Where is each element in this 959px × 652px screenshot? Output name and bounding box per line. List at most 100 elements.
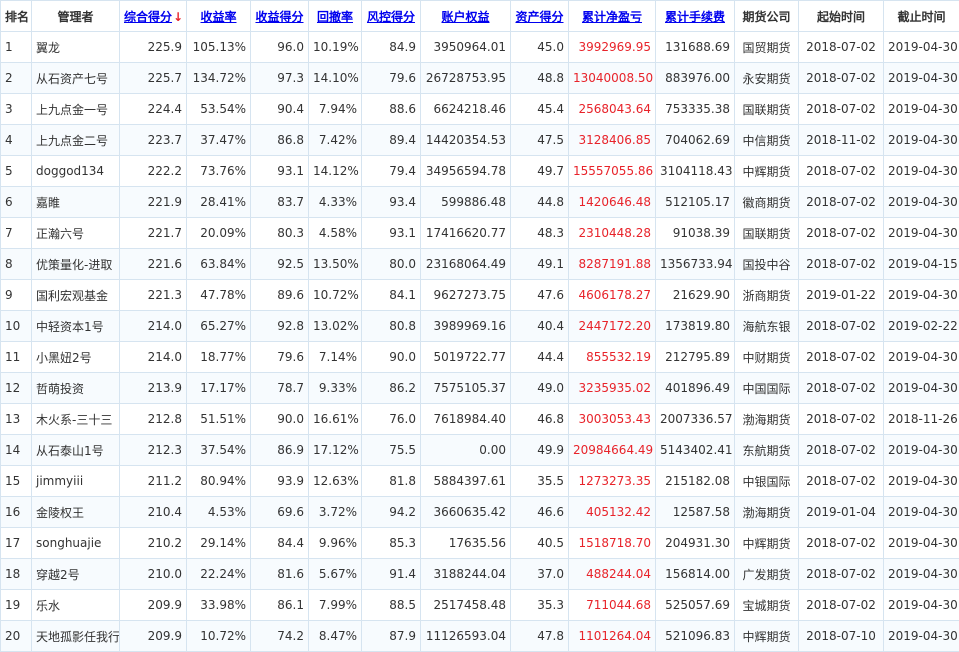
cell-manager: 穿越2号 xyxy=(31,558,120,590)
cell-manager: 从石泰山1号 xyxy=(31,434,120,466)
cell-broker: 国贸期货 xyxy=(734,31,799,63)
cell-drawdown: 7.99% xyxy=(308,589,362,621)
cell-rank: 20 xyxy=(0,620,32,652)
cell-net-pnl: 20984664.49 xyxy=(568,434,656,466)
cell-risk-score: 91.4 xyxy=(361,558,421,590)
sort-net-pnl-link[interactable]: 累计净盈亏 xyxy=(582,10,642,24)
cell-drawdown: 7.42% xyxy=(308,124,362,156)
header-row: 排名 管理者 综合得分↓ 收益率 收益得分 回撤率 风控得分 账户权益 资产得分… xyxy=(0,0,959,32)
cell-equity: 17416620.77 xyxy=(420,217,511,249)
table-row: 6 嘉睢 221.9 28.41% 83.7 4.33% 93.4 599886.48 44.8… xyxy=(0,186,959,218)
cell-manager: 从石资产七号 xyxy=(31,62,120,94)
cell-equity: 6624218.46 xyxy=(420,93,511,125)
table-row: 7 正瀚六号 221.7 20.09% 80.3 4.58% 93.1 17416620.77… xyxy=(0,217,959,249)
cell-return-score: 84.4 xyxy=(250,527,309,559)
cell-risk-score: 86.2 xyxy=(361,372,421,404)
cell-composite: 212.3 xyxy=(119,434,187,466)
cell-broker: 东航期货 xyxy=(734,434,799,466)
col-header-fees[interactable]: 累计手续费 xyxy=(655,0,735,32)
table-row: 17 songhuajie 210.2 29.14% 84.4 9.96% 85.3 1763… xyxy=(0,527,959,559)
cell-equity: 9627273.75 xyxy=(420,279,511,311)
col-header-return-score[interactable]: 收益得分 xyxy=(250,0,309,32)
table-row: 3 上九点金一号 224.4 53.54% 90.4 7.94% 88.6 6624218.4… xyxy=(0,93,959,125)
sort-return-rate-link[interactable]: 收益率 xyxy=(200,10,236,24)
cell-manager: jimmyiii xyxy=(31,465,120,497)
cell-composite: 221.6 xyxy=(119,248,187,280)
cell-manager: 优策量化-进取 xyxy=(31,248,120,280)
cell-start: 2018-07-02 xyxy=(798,248,884,280)
cell-net-pnl: 488244.04 xyxy=(568,558,656,590)
cell-manager: 金陵权王 xyxy=(31,496,120,528)
sort-return-score-link[interactable]: 收益得分 xyxy=(255,10,303,24)
cell-composite: 223.7 xyxy=(119,124,187,156)
cell-asset-score: 49.0 xyxy=(510,372,569,404)
cell-end: 2019-04-30 xyxy=(883,62,959,94)
cell-broker: 中辉期货 xyxy=(734,620,799,652)
sort-drawdown-link[interactable]: 回撤率 xyxy=(317,10,353,24)
col-header-start: 起始时间 xyxy=(798,0,884,32)
ranking-table: 排名 管理者 综合得分↓ 收益率 收益得分 回撤率 风控得分 账户权益 资产得分… xyxy=(0,0,959,652)
cell-net-pnl: 1273273.35 xyxy=(568,465,656,497)
table-row: 20 天地孤影任我行 209.9 10.72% 74.2 8.47% 87.9 1112659… xyxy=(0,620,959,652)
cell-composite: 221.9 xyxy=(119,186,187,218)
col-header-risk-score[interactable]: 风控得分 xyxy=(361,0,421,32)
cell-return-rate: 47.78% xyxy=(186,279,251,311)
cell-start: 2018-07-02 xyxy=(798,217,884,249)
cell-end: 2019-02-22 xyxy=(883,310,959,342)
col-header-return-rate[interactable]: 收益率 xyxy=(186,0,251,32)
cell-return-rate: 80.94% xyxy=(186,465,251,497)
cell-return-score: 93.1 xyxy=(250,155,309,187)
cell-broker: 国联期货 xyxy=(734,217,799,249)
sort-asset-score-link[interactable]: 资产得分 xyxy=(515,10,563,24)
cell-drawdown: 4.58% xyxy=(308,217,362,249)
cell-equity: 26728753.95 xyxy=(420,62,511,94)
col-header-asset-score[interactable]: 资产得分 xyxy=(510,0,569,32)
cell-return-score: 86.8 xyxy=(250,124,309,156)
cell-manager: 国利宏观基金 xyxy=(31,279,120,311)
table-row: 1 翼龙 225.9 105.13% 96.0 10.19% 84.9 3950964.01 4… xyxy=(0,31,959,63)
sort-composite-link[interactable]: 综合得分 xyxy=(124,10,172,24)
cell-composite: 209.9 xyxy=(119,620,187,652)
cell-start: 2018-07-02 xyxy=(798,372,884,404)
cell-rank: 8 xyxy=(0,248,32,280)
cell-composite: 214.0 xyxy=(119,310,187,342)
col-header-composite[interactable]: 综合得分↓ xyxy=(119,0,187,32)
cell-drawdown: 14.10% xyxy=(308,62,362,94)
col-header-rank: 排名 xyxy=(0,0,32,32)
cell-asset-score: 37.0 xyxy=(510,558,569,590)
cell-return-rate: 10.72% xyxy=(186,620,251,652)
cell-return-score: 92.8 xyxy=(250,310,309,342)
cell-fees: 1356733.94 xyxy=(655,248,735,280)
cell-return-rate: 63.84% xyxy=(186,248,251,280)
cell-asset-score: 47.8 xyxy=(510,620,569,652)
cell-manager: 嘉睢 xyxy=(31,186,120,218)
cell-manager: 翼龙 xyxy=(31,31,120,63)
cell-start: 2019-01-22 xyxy=(798,279,884,311)
cell-end: 2019-04-30 xyxy=(883,155,959,187)
cell-broker: 永安期货 xyxy=(734,62,799,94)
cell-return-rate: 37.47% xyxy=(186,124,251,156)
cell-start: 2018-07-02 xyxy=(798,527,884,559)
col-header-drawdown[interactable]: 回撤率 xyxy=(308,0,362,32)
sort-risk-score-link[interactable]: 风控得分 xyxy=(367,10,415,24)
col-header-equity[interactable]: 账户权益 xyxy=(420,0,511,32)
sort-equity-link[interactable]: 账户权益 xyxy=(441,10,489,24)
cell-return-score: 86.9 xyxy=(250,434,309,466)
col-header-net-pnl[interactable]: 累计净盈亏 xyxy=(568,0,656,32)
cell-end: 2019-04-30 xyxy=(883,372,959,404)
table-row: 18 穿越2号 210.0 22.24% 81.6 5.67% 91.4 3188244.04… xyxy=(0,558,959,590)
cell-rank: 5 xyxy=(0,155,32,187)
cell-end: 2019-04-30 xyxy=(883,279,959,311)
cell-manager: songhuajie xyxy=(31,527,120,559)
cell-net-pnl: 2310448.28 xyxy=(568,217,656,249)
cell-asset-score: 46.6 xyxy=(510,496,569,528)
sort-fees-link[interactable]: 累计手续费 xyxy=(665,10,725,24)
cell-asset-score: 45.4 xyxy=(510,93,569,125)
cell-rank: 2 xyxy=(0,62,32,94)
cell-asset-score: 47.5 xyxy=(510,124,569,156)
cell-end: 2019-04-30 xyxy=(883,434,959,466)
cell-net-pnl: 1518718.70 xyxy=(568,527,656,559)
cell-broker: 中辉期货 xyxy=(734,527,799,559)
cell-rank: 19 xyxy=(0,589,32,621)
cell-drawdown: 12.63% xyxy=(308,465,362,497)
